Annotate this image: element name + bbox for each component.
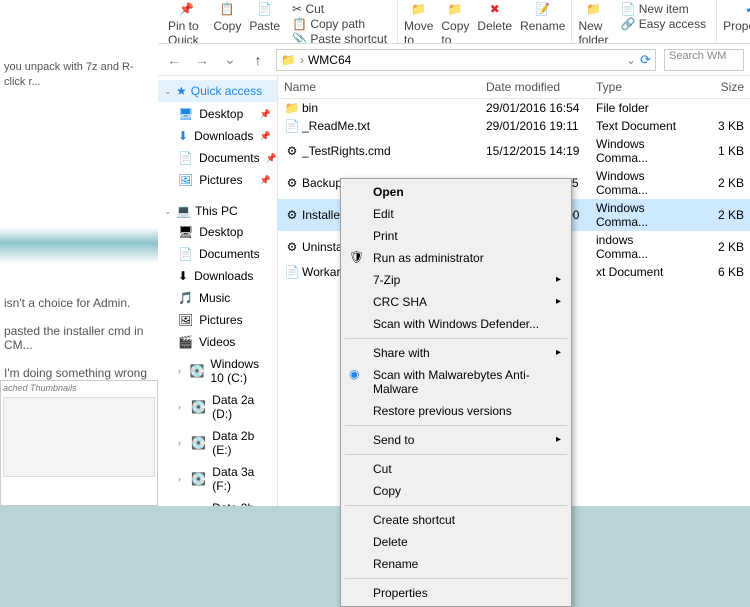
ctx-defender[interactable]: Scan with Windows Defender... [343,313,569,335]
refresh-button[interactable]: ⟳ [640,52,651,68]
ctx-send-to[interactable]: Send to▸ [343,429,569,451]
copy-path-button[interactable]: 📋 Copy path [292,17,387,31]
chevron-right-icon: ▸ [556,296,561,307]
file-icon: ⚙ [284,176,300,190]
back-button[interactable]: ← [164,50,184,70]
ctx-crc-sha[interactable]: CRC SHA▸ [343,291,569,313]
ctx-share-with[interactable]: Share with▸ [343,342,569,364]
quick-access-header[interactable]: ⌄ ★ Quick access [158,80,277,102]
col-type[interactable]: Type [590,80,690,94]
thumbnail-image [3,397,155,477]
shield-icon: 🛡 [349,250,365,266]
easy-access-button[interactable]: 🔗 Easy access [620,17,706,31]
folder-icon: 📁 [281,53,296,67]
context-menu: Open Edit Print 🛡Run as administrator 7-… [340,178,572,607]
ctx-restore[interactable]: Restore previous versions [343,400,569,422]
col-name[interactable]: Name [278,80,480,94]
separator [345,338,567,339]
bg-text-1: you unpack with 7z and R-click r... [0,54,158,97]
ctx-copy[interactable]: Copy [343,480,569,502]
delete-button[interactable]: ✖Delete [477,0,512,44]
address-bar: ← → ⌄ ↑ 📁 › WMC64 ⌄ ⟳ Search WM [158,44,750,76]
nav-drive-c[interactable]: ›💽Windows 10 (C:) [158,354,277,388]
separator [345,425,567,426]
ribbon-group-open: ✔Properties 📂 Open ✎ Edit 🕘 History Open [717,0,750,44]
new-folder-button[interactable]: 📁New folder [578,0,608,44]
ctx-create-shortcut[interactable]: Create shortcut [343,509,569,531]
navigation-pane: ⌄ ★ Quick access 🖥Desktop📌 ⬇Downloads📌 📄… [158,76,278,506]
nav-drive-f[interactable]: ›💽Data 3a (F:) [158,462,277,496]
nav-drive-g[interactable]: ›💽Data 3b (G:) [158,498,277,506]
nav-pc-downloads[interactable]: ⬇Downloads [158,266,277,286]
ribbon-group-new: 📁New folder 📄 New item 🔗 Easy access New [572,0,717,44]
chevron-right-icon: ▸ [556,434,561,445]
star-icon: ★ [176,84,187,98]
col-date[interactable]: Date modified [480,80,590,94]
chevron-right-icon: ▸ [556,347,561,358]
properties-button[interactable]: ✔Properties [723,0,750,44]
ctx-run-as-admin[interactable]: 🛡Run as administrator [343,247,569,269]
forward-button[interactable]: → [192,50,212,70]
path-segment[interactable]: WMC64 [308,53,351,67]
chevron-right-icon: › [300,53,304,67]
file-icon: 📄 [284,119,300,133]
pin-to-quick-access-button[interactable]: 📌Pin to Quick access [168,0,205,44]
nav-pc-desktop[interactable]: 🖥Desktop [158,222,277,242]
copy-to-button[interactable]: 📁Copy to [441,0,469,44]
ctx-rename[interactable]: Rename [343,553,569,575]
file-icon: ⚙ [284,240,300,254]
malwarebytes-icon: ◉ [349,367,365,383]
file-icon: 📁 [284,101,300,115]
ctx-print[interactable]: Print [343,225,569,247]
column-headers: Name Date modified Type Size [278,76,750,99]
nav-desktop[interactable]: 🖥Desktop📌 [158,104,277,124]
ctx-malwarebytes[interactable]: ◉Scan with Malwarebytes Anti-Malware [343,364,569,400]
file-icon: 📄 [284,265,300,279]
ctx-edit[interactable]: Edit [343,203,569,225]
up-button[interactable]: ↑ [248,50,268,70]
nav-pc-videos[interactable]: 🎬Videos [158,332,277,352]
nav-drive-e[interactable]: ›💽Data 2b (E:) [158,426,277,460]
address-field[interactable]: 📁 › WMC64 ⌄ ⟳ [276,49,656,71]
recent-button[interactable]: ⌄ [220,50,240,70]
ctx-7zip[interactable]: 7-Zip▸ [343,269,569,291]
ctx-delete[interactable]: Delete [343,531,569,553]
rename-button[interactable]: 📝Rename [520,0,565,44]
ctx-properties[interactable]: Properties [343,582,569,604]
chevron-right-icon: ▸ [556,274,561,285]
chevron-down-icon[interactable]: ⌄ [626,53,636,67]
ribbon: 📌Pin to Quick access 📋Copy 📄Paste ✂ Cut … [158,0,750,44]
ribbon-group-organise: 📁Move to 📁Copy to ✖Delete 📝Rename Organi… [398,0,572,44]
copy-button[interactable]: 📋Copy [213,0,241,44]
separator [345,454,567,455]
nav-pc-music[interactable]: 🎵Music [158,288,277,308]
this-pc-header[interactable]: ⌄💻This PC [158,198,277,220]
paste-button[interactable]: 📄Paste [249,0,280,44]
chevron-down-icon: ⌄ [164,86,172,97]
col-size[interactable]: Size [690,80,750,94]
cut-button[interactable]: ✂ Cut [292,2,387,16]
thumbnail-preview: ached Thumbnails [0,380,158,506]
file-icon: ⚙ [284,208,300,222]
nav-downloads[interactable]: ⬇Downloads📌 [158,126,277,146]
file-row[interactable]: ⚙_TestRights.cmd15/12/2015 14:19Windows … [278,135,750,167]
file-row[interactable]: 📄_ReadMe.txt29/01/2016 19:11Text Documen… [278,117,750,135]
ctx-open[interactable]: Open [343,181,569,203]
new-item-button[interactable]: 📄 New item [620,2,706,16]
ribbon-group-clipboard: 📌Pin to Quick access 📋Copy 📄Paste ✂ Cut … [162,0,398,44]
search-input[interactable]: Search WM [664,49,744,71]
move-to-button[interactable]: 📁Move to [404,0,433,44]
page-background: you unpack with 7z and R-click r... isn'… [0,0,158,506]
nav-pc-documents[interactable]: 📄Documents [158,244,277,264]
separator [345,578,567,579]
file-icon: ⚙ [284,144,300,158]
nav-documents[interactable]: 📄Documents📌 [158,148,277,168]
nav-drive-d[interactable]: ›💽Data 2a (D:) [158,390,277,424]
nav-pictures[interactable]: 🖼Pictures📌 [158,170,277,190]
nav-pc-pictures[interactable]: 🖼Pictures [158,310,277,330]
file-row[interactable]: 📁bin29/01/2016 16:54File folder [278,99,750,117]
paste-shortcut-button[interactable]: 📎 Paste shortcut [292,32,387,44]
ctx-cut[interactable]: Cut [343,458,569,480]
